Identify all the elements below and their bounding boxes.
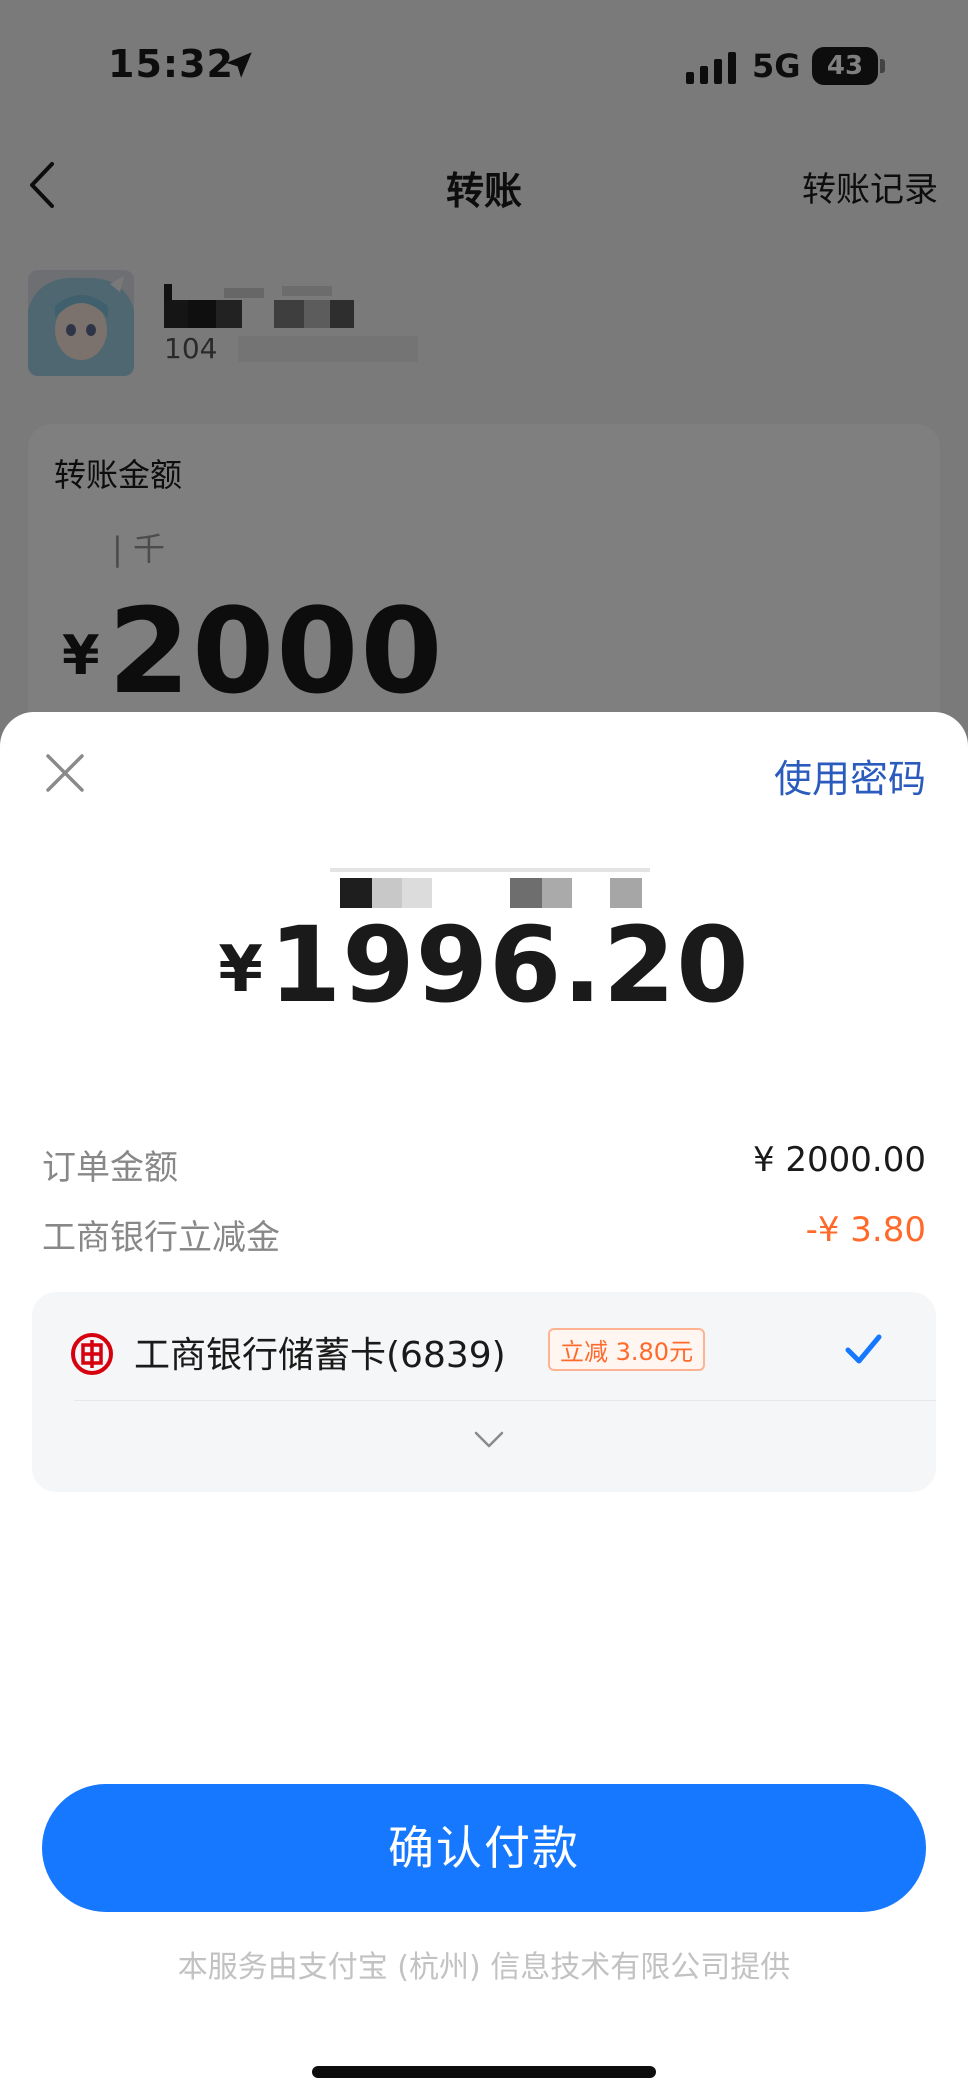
confirm-payment-button[interactable]: 确认付款: [42, 1784, 926, 1912]
pay-amount-value: 1996.20: [268, 904, 750, 1026]
promo-tag: 立减 3.80元: [548, 1328, 706, 1371]
use-password-button[interactable]: 使用密码: [774, 748, 926, 803]
check-icon: [845, 1334, 882, 1364]
order-amount-value: ¥ 2000.00: [752, 1140, 926, 1180]
service-provider-note: 本服务由支付宝 (杭州) 信息技术有限公司提供: [177, 1950, 791, 1985]
divider: [74, 1400, 936, 1401]
close-icon[interactable]: [40, 748, 90, 798]
merchant-name-redacted: [330, 868, 650, 908]
chevron-down-icon[interactable]: [470, 1420, 508, 1458]
pay-currency: ¥: [218, 933, 263, 1007]
pay-amount: ¥1996.20: [0, 904, 968, 1026]
payment-sheet: 使用密码 ¥1996.20 订单金额 ¥ 2000.00 工商银行立减金 -¥ …: [0, 712, 968, 2097]
discount-value: -¥ 3.80: [805, 1210, 926, 1250]
discount-label: 工商银行立减金: [42, 1218, 280, 1258]
payment-method-card[interactable]: 工商银行储蓄卡(6839) 立减 3.80元: [32, 1292, 936, 1492]
discount-row: 工商银行立减金 -¥ 3.80: [42, 1202, 926, 1262]
home-indicator: [312, 2066, 656, 2078]
order-amount-label: 订单金额: [42, 1148, 178, 1188]
order-amount-row: 订单金额 ¥ 2000.00: [42, 1132, 926, 1192]
payment-method-name: 工商银行储蓄卡(6839): [134, 1335, 506, 1376]
icbc-logo-icon: [71, 1333, 113, 1375]
